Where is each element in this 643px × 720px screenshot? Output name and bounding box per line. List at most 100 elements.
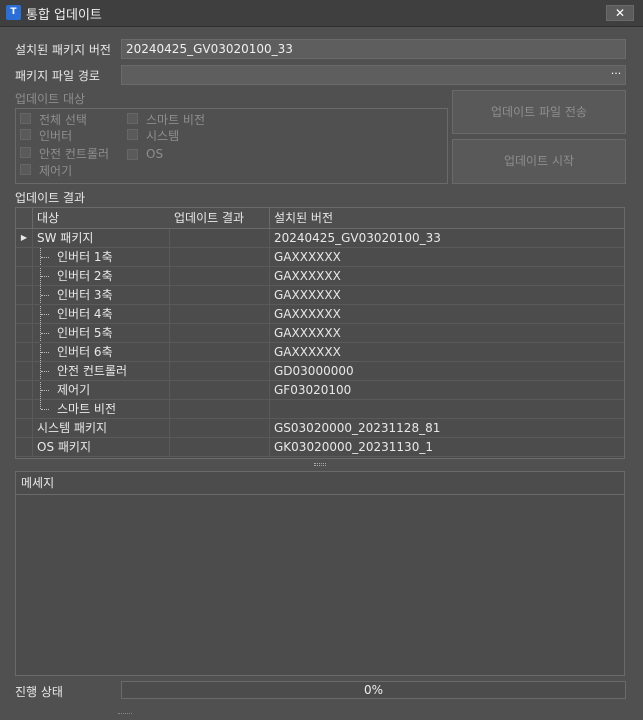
cell-result: [170, 305, 270, 323]
table-row[interactable]: 인버터 6축 GAXXXXXX: [16, 343, 624, 362]
cell-version: 20240425_GV03020100_33: [274, 231, 441, 245]
package-path-label: 패키지 파일 경로: [15, 69, 100, 83]
cell-result: [170, 248, 270, 266]
checkbox-box[interactable]: [20, 129, 31, 140]
checkbox-box[interactable]: [127, 149, 138, 160]
tree-branch: [41, 276, 49, 277]
column-header-result[interactable]: 업데이트 결과: [170, 208, 270, 229]
checkbox-box[interactable]: [20, 113, 31, 124]
table-row[interactable]: 인버터 5축 GAXXXXXX: [16, 324, 624, 343]
table-row[interactable]: ▶ SW 패키지 20240425_GV03020100_33: [16, 229, 624, 248]
tree-branch: [41, 333, 49, 334]
cell-version: GD03000000: [274, 364, 354, 378]
row-selector: [16, 305, 33, 323]
cell-version: GK03020000_20231130_1: [274, 440, 433, 454]
table-row[interactable]: OS 패키지 GK03020000_20231130_1: [16, 438, 624, 457]
browse-button[interactable]: ···: [608, 66, 624, 84]
title-bar: T 통합 업데이트 ✕: [0, 0, 643, 27]
tree-branch: [41, 295, 49, 296]
progress-text: 0%: [363, 683, 384, 697]
row-selector: [16, 419, 33, 437]
cell-result: [170, 229, 270, 247]
row-selector: [16, 248, 33, 266]
cell-version: GAXXXXXX: [274, 345, 341, 359]
package-path-input[interactable]: [121, 65, 626, 85]
cell-target: 인버터 3축: [53, 286, 170, 304]
cell-target: OS 패키지: [33, 438, 170, 456]
cell-version: GAXXXXXX: [274, 250, 341, 264]
cell-version: [270, 400, 624, 418]
row-selector: [16, 324, 33, 342]
cell-target: 인버터 6축: [53, 343, 170, 361]
cell-target: 인버터 4축: [53, 305, 170, 323]
cell-target: 시스템 패키지: [33, 419, 170, 437]
cell-target: 인버터 1축: [53, 248, 170, 266]
checkbox-label: 안전 컨트롤러: [39, 147, 110, 161]
cell-target: 인버터 5축: [53, 324, 170, 342]
cell-result: [170, 381, 270, 399]
cell-version: GF03020100: [274, 383, 352, 397]
cell-result: [170, 419, 270, 437]
grid-corner: [16, 208, 33, 229]
cell-version: GAXXXXXX: [274, 307, 341, 321]
row-selector: [16, 286, 33, 304]
cell-version: GS03020000_20231128_81: [274, 421, 441, 435]
checkbox-box[interactable]: [20, 164, 31, 175]
checkbox-box[interactable]: [20, 147, 31, 158]
cell-target: 제어기: [53, 381, 170, 399]
update-results-label: 업데이트 결과: [15, 191, 86, 205]
checkbox-box[interactable]: [127, 113, 138, 124]
table-row[interactable]: 스마트 비전: [16, 400, 624, 419]
installed-version-label: 설치된 패키지 버전: [15, 43, 111, 57]
start-update-button[interactable]: 업데이트 시작: [452, 139, 626, 184]
table-row[interactable]: 인버터 2축 GAXXXXXX: [16, 267, 624, 286]
checkbox-label: 스마트 비전: [146, 113, 206, 127]
send-update-file-button[interactable]: 업데이트 파일 전송: [452, 90, 626, 134]
row-selector-icon: ▶: [16, 229, 33, 247]
cell-result: [170, 438, 270, 456]
app-icon: T: [6, 5, 21, 20]
progress-bar: 0%: [121, 681, 626, 699]
table-row[interactable]: 인버터 1축 GAXXXXXX: [16, 248, 624, 267]
row-selector: [16, 381, 33, 399]
tree-branch: [41, 352, 49, 353]
cell-result: [170, 362, 270, 380]
cell-result: [170, 324, 270, 342]
message-panel: 메세지: [15, 471, 625, 676]
cell-result: [170, 343, 270, 361]
row-selector: [16, 362, 33, 380]
column-header-target[interactable]: 대상: [33, 208, 187, 229]
update-results-grid: 대상 업데이트 결과 설치된 버전 ▶ SW 패키지 20240425_GV03…: [15, 207, 625, 459]
row-selector: [16, 267, 33, 285]
row-selector: [16, 400, 33, 418]
cell-result: [170, 400, 270, 418]
tree-branch: [41, 371, 49, 372]
row-selector: [16, 438, 33, 456]
table-row[interactable]: 시스템 패키지 GS03020000_20231128_81: [16, 419, 624, 438]
progress-label: 진행 상태: [15, 685, 63, 699]
cell-version: GAXXXXXX: [274, 269, 341, 283]
tree-branch: [41, 314, 49, 315]
checkbox-box[interactable]: [127, 129, 138, 140]
splitter-handle[interactable]: [314, 463, 326, 466]
checkbox-label: OS: [146, 147, 164, 161]
checkbox-label: 시스템: [146, 129, 180, 143]
table-row[interactable]: 제어기 GF03020100: [16, 381, 624, 400]
checkbox-label: 인버터: [39, 129, 73, 143]
table-row[interactable]: 안전 컨트롤러 GD03000000: [16, 362, 624, 381]
cell-target: 안전 컨트롤러: [53, 362, 170, 380]
cell-target: 스마트 비전: [53, 400, 170, 418]
checkbox-label: 전체 선택: [39, 113, 87, 127]
table-row[interactable]: 인버터 3축 GAXXXXXX: [16, 286, 624, 305]
window-title: 통합 업데이트: [26, 8, 102, 23]
table-row[interactable]: 인버터 4축 GAXXXXXX: [16, 305, 624, 324]
installed-version-field: 20240425_GV03020100_33: [121, 39, 626, 59]
column-header-version[interactable]: 설치된 버전: [270, 208, 624, 229]
cell-version: GAXXXXXX: [274, 326, 341, 340]
tree-branch: [41, 409, 49, 410]
tree-branch: [41, 390, 49, 391]
message-header: 메세지: [16, 472, 624, 495]
cell-result: [170, 286, 270, 304]
close-button[interactable]: ✕: [606, 5, 634, 21]
tree-branch: [41, 257, 49, 258]
